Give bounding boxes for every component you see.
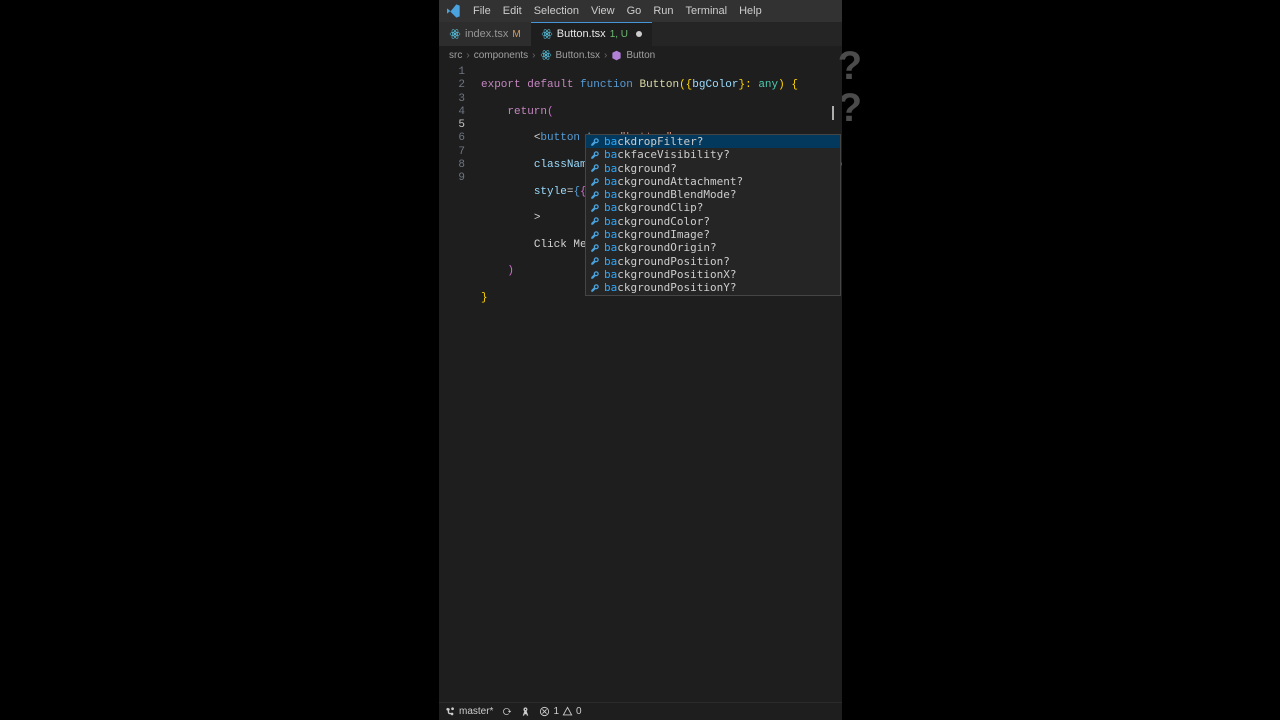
menu-file[interactable]: File [467, 5, 497, 17]
breadcrumbs[interactable]: src › components › Button.tsx › Button [439, 46, 842, 64]
suggestion-item[interactable]: backfaceVisibility? [586, 148, 840, 161]
suggestion-item[interactable]: backgroundBlendMode? [586, 188, 840, 201]
tab-index[interactable]: index.tsx M [439, 22, 531, 46]
property-icon [590, 230, 600, 240]
property-icon [590, 163, 600, 173]
status-problems[interactable]: 1 0 [539, 706, 581, 717]
vscode-logo-icon [445, 3, 461, 19]
tab-button[interactable]: Button.tsx 1, U [531, 22, 652, 46]
property-icon [590, 283, 600, 293]
suggestion-item[interactable]: backgroundImage? [586, 228, 840, 241]
property-icon [590, 150, 600, 160]
react-icon [540, 49, 552, 61]
radio-tower-icon [520, 706, 531, 717]
status-branch[interactable]: master* [445, 706, 493, 717]
property-icon [590, 177, 600, 187]
suggestion-item[interactable]: backgroundPosition? [586, 255, 840, 268]
property-icon [590, 270, 600, 280]
suggestion-item[interactable]: backgroundOrigin? [586, 241, 840, 254]
line-gutter: 1 2 3 4 5 6 7 8 9 [439, 66, 473, 186]
tab-label: index.tsx [465, 28, 508, 40]
tab-badge-modified: M [512, 29, 520, 40]
statusbar: master* 1 0 [439, 702, 842, 720]
menu-edit[interactable]: Edit [497, 5, 528, 17]
property-icon [590, 203, 600, 213]
tab-label: Button.tsx [557, 28, 606, 40]
status-sync[interactable] [501, 706, 512, 717]
property-icon [590, 216, 600, 226]
menu-run[interactable]: Run [647, 5, 679, 17]
react-icon [541, 28, 553, 40]
git-branch-icon [445, 706, 456, 717]
status-radio[interactable] [520, 706, 531, 717]
suggestion-item[interactable]: backdropFilter? [586, 135, 840, 148]
property-icon [590, 190, 600, 200]
breadcrumb-seg[interactable]: src [449, 50, 462, 61]
menu-view[interactable]: View [585, 5, 621, 17]
breadcrumb-seg[interactable]: Button.tsx [556, 50, 600, 61]
property-icon [590, 256, 600, 266]
menu-selection[interactable]: Selection [528, 5, 585, 17]
code-editor[interactable]: 1 2 3 4 5 6 7 8 9 export default functio… [439, 64, 842, 702]
suggestion-item[interactable]: backgroundClip? [586, 201, 840, 214]
react-icon [449, 28, 461, 40]
suggestion-item[interactable]: backgroundPositionY? [586, 281, 840, 294]
vscode-window: ? ? File Edit Selection View Go Run Term… [439, 0, 842, 720]
warning-icon [562, 706, 573, 717]
menubar: File Edit Selection View Go Run Terminal… [439, 0, 842, 22]
tab-badge-untracked: 1, U [610, 29, 628, 40]
menu-help[interactable]: Help [733, 5, 768, 17]
suggestion-item[interactable]: background? [586, 162, 840, 175]
tabbar: index.tsx M Button.tsx 1, U [439, 22, 842, 46]
chevron-right-icon: › [604, 50, 607, 61]
menu-terminal[interactable]: Terminal [680, 5, 734, 17]
suggestion-item[interactable]: backgroundPositionX? [586, 268, 840, 281]
chevron-right-icon: › [466, 50, 469, 61]
property-icon [590, 137, 600, 147]
suggestion-item[interactable]: backgroundColor? [586, 215, 840, 228]
property-icon [590, 243, 600, 253]
breadcrumb-seg[interactable]: Button [626, 50, 655, 61]
chevron-right-icon: › [532, 50, 535, 61]
tab-dirty-dot-icon [636, 31, 642, 37]
symbol-method-icon [611, 50, 622, 61]
error-icon [539, 706, 550, 717]
sync-icon [501, 706, 512, 717]
intellisense-popup[interactable]: backdropFilter?backfaceVisibility?backgr… [585, 134, 841, 296]
menu-go[interactable]: Go [621, 5, 648, 17]
suggestion-item[interactable]: backgroundAttachment? [586, 175, 840, 188]
breadcrumb-seg[interactable]: components [474, 50, 528, 61]
